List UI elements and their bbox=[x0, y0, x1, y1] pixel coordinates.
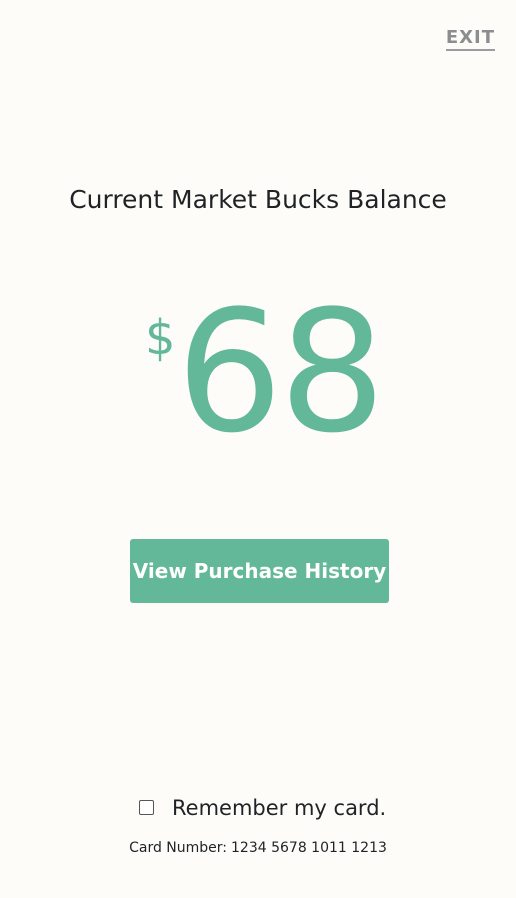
remember-card-label[interactable]: Remember my card. bbox=[172, 794, 386, 822]
balance-amount: 68 bbox=[176, 274, 386, 470]
card-number-label: Card Number: bbox=[129, 840, 228, 856]
card-number: Card Number: 1234 5678 1011 1213 bbox=[0, 838, 516, 858]
remember-card-checkbox[interactable] bbox=[139, 800, 154, 815]
currency-symbol: $ bbox=[145, 310, 176, 366]
view-purchase-history-button[interactable]: View Purchase History bbox=[130, 539, 389, 603]
card-number-value: 1234 5678 1011 1213 bbox=[231, 840, 387, 856]
exit-link[interactable]: EXIT bbox=[445, 28, 495, 51]
balance-display: $ 68 bbox=[0, 288, 516, 456]
balance-title: Current Market Bucks Balance bbox=[69, 185, 447, 214]
remember-card-row: Remember my card. bbox=[0, 793, 516, 825]
